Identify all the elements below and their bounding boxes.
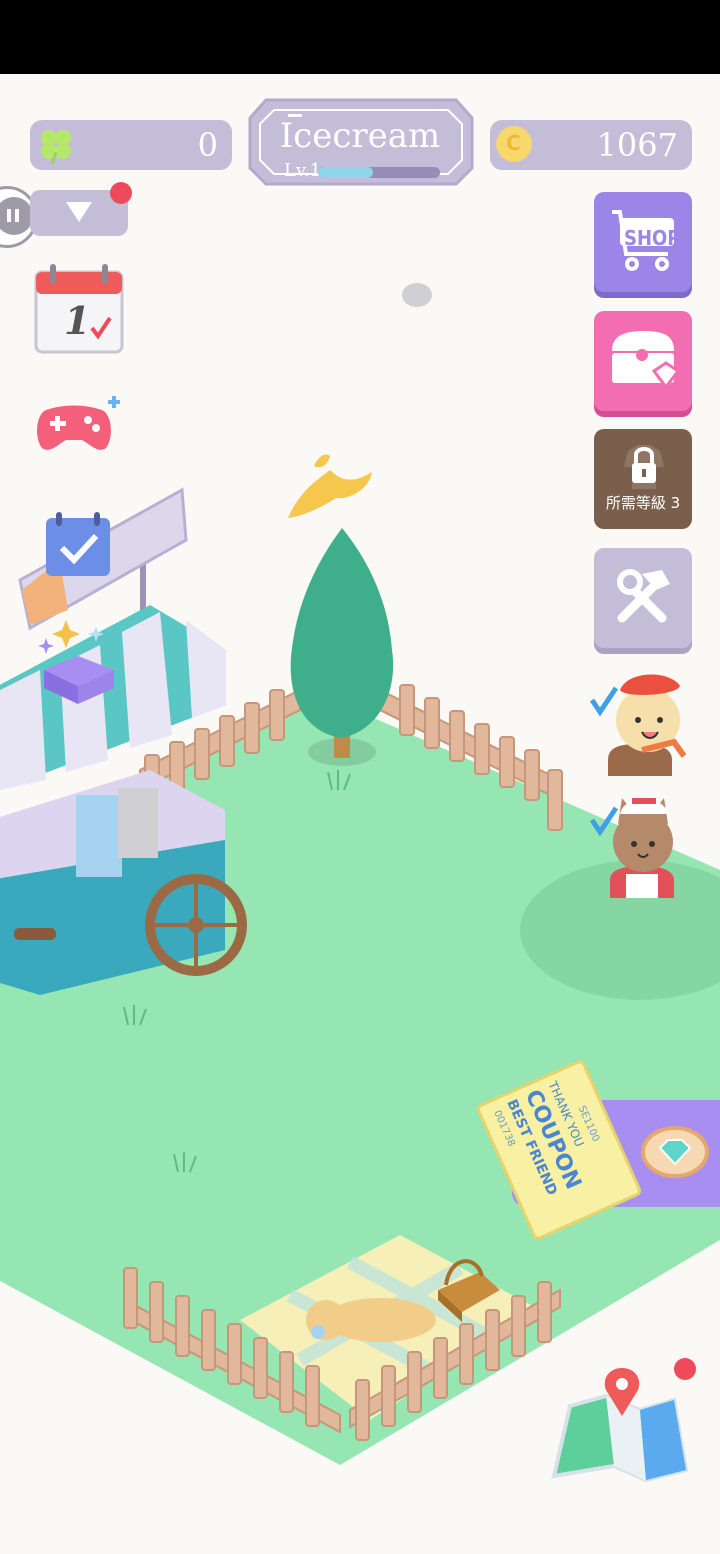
shop-label: SHOP xyxy=(624,226,681,250)
gift-box-button[interactable] xyxy=(38,616,120,706)
wardrobe-lock-label: 所需等級 3 xyxy=(605,494,681,512)
tasks-button[interactable] xyxy=(44,510,112,578)
wardrobe-locked-button[interactable] xyxy=(594,429,692,529)
chevron-down-icon xyxy=(66,202,92,222)
sleeping-dog xyxy=(306,1298,436,1342)
build-tools-button[interactable] xyxy=(594,548,692,648)
game-controller-icon xyxy=(37,396,120,450)
clover-count: 0 xyxy=(197,126,218,164)
clover-counter: 0 xyxy=(30,120,232,170)
calendar-day: 1 xyxy=(64,298,91,343)
banana-peel xyxy=(288,454,372,518)
staff-cat-avatar[interactable] xyxy=(588,784,688,898)
xp-bar-fill xyxy=(318,167,373,178)
dog-avatar-icon xyxy=(589,674,687,776)
cat-avatar-icon xyxy=(589,798,674,898)
treasure-chest-button[interactable] xyxy=(594,311,692,411)
clover-icon xyxy=(41,130,71,165)
dropdown-notification-dot xyxy=(110,182,132,204)
gift-box-icon xyxy=(38,620,114,704)
staff-dog-avatar[interactable] xyxy=(588,664,688,776)
shop-button[interactable]: SHOP xyxy=(594,192,692,292)
coin-icon: C xyxy=(496,126,532,162)
treasure-chest-icon xyxy=(612,331,680,390)
lock-icon xyxy=(624,445,664,489)
hammer-wrench-icon xyxy=(617,569,670,623)
task-checklist-icon xyxy=(46,512,110,576)
diamond-badge-icon xyxy=(641,1126,709,1178)
shop-name: Icecream xyxy=(279,116,441,156)
map-notification-dot xyxy=(674,1358,696,1380)
coin-count: 1067 xyxy=(596,126,678,164)
minigame-button[interactable] xyxy=(34,396,124,456)
coin-counter: C 1067 xyxy=(490,120,692,170)
rock xyxy=(402,283,432,307)
map-button[interactable] xyxy=(550,1366,690,1486)
level-label: Lv.1 xyxy=(284,160,322,181)
map-icon xyxy=(551,1368,689,1483)
daily-calendar-button[interactable]: 1 xyxy=(34,262,124,354)
coin-symbol: C xyxy=(506,131,521,155)
xp-bar xyxy=(318,167,440,178)
pause-icon xyxy=(0,197,33,235)
